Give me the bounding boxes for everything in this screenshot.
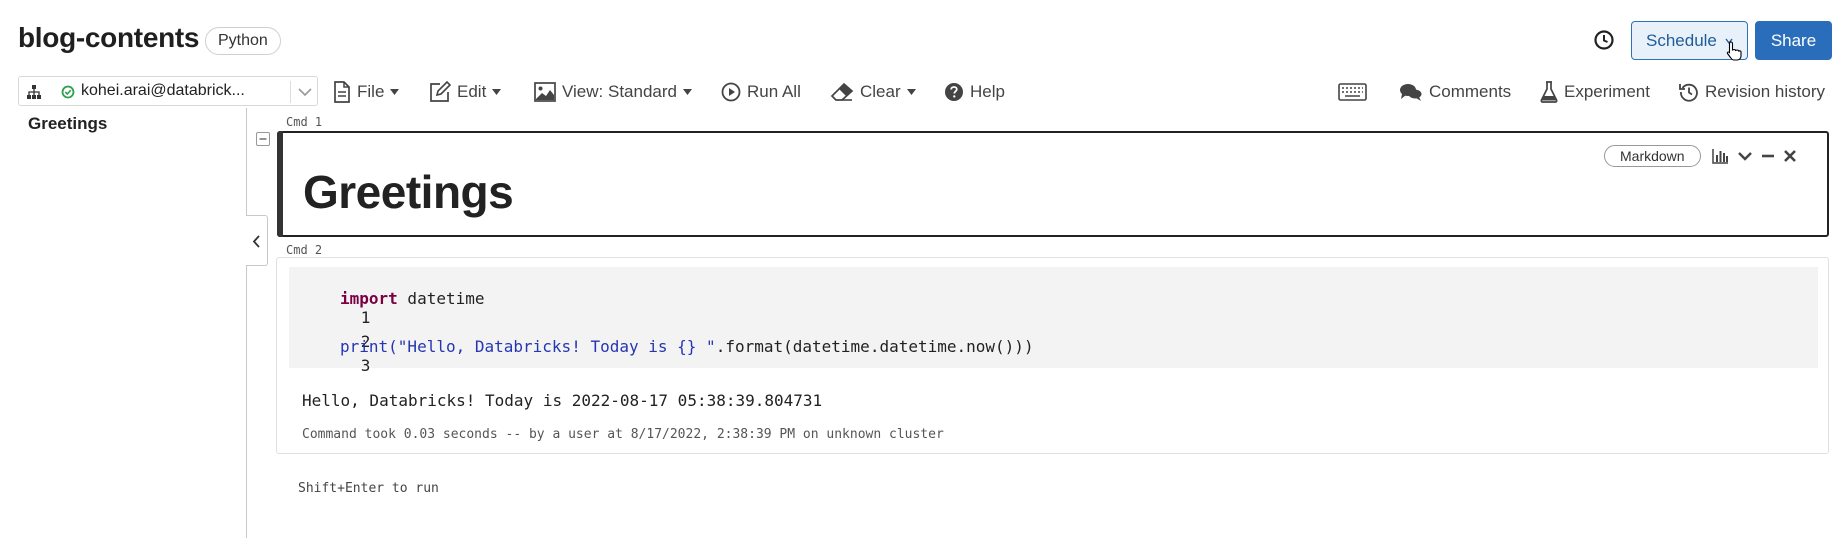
- cursor-icon: [1726, 41, 1742, 61]
- markdown-heading: Greetings: [303, 166, 514, 218]
- bar-chart-icon[interactable]: [1712, 148, 1729, 164]
- cell-command-label: Cmd 1: [286, 115, 323, 129]
- history-icon: [1679, 83, 1698, 102]
- help-button[interactable]: Help: [944, 80, 1005, 104]
- caret-down-icon: [390, 89, 400, 95]
- keyboard-icon: [1338, 83, 1367, 101]
- clear-menu[interactable]: Clear: [830, 80, 916, 104]
- play-circle-icon: [721, 82, 741, 102]
- active-cell-indicator: [277, 131, 283, 237]
- view-menu[interactable]: View: Standard: [534, 80, 692, 104]
- flask-icon: [1540, 81, 1558, 103]
- clear-label: Clear: [860, 82, 901, 101]
- chevron-down-icon[interactable]: [298, 87, 312, 97]
- command-status: Command took 0.03 seconds -- by a user a…: [302, 427, 944, 442]
- run-all-label: Run All: [747, 82, 801, 101]
- code-editor[interactable]: 1 import datetime 2 3 print("Hello, Data…: [289, 267, 1818, 375]
- schedule-label: Schedule: [1646, 31, 1717, 50]
- code-text: .format(datetime.datetime.now())): [715, 337, 1034, 356]
- chevron-left-icon: [252, 235, 260, 248]
- history-icon[interactable]: [1593, 29, 1615, 51]
- cluster-selector[interactable]: kohei.arai@databrick...: [18, 76, 318, 106]
- revision-history-button[interactable]: Revision history: [1679, 80, 1825, 104]
- file-icon: [334, 81, 350, 103]
- share-button[interactable]: Share: [1755, 21, 1832, 60]
- code-line: print("Hello, Databricks! Today is {} ".…: [340, 337, 1034, 356]
- code-line: import datetime: [340, 289, 485, 308]
- code-function: print(: [340, 337, 398, 356]
- cluster-tree-icon: [27, 85, 41, 99]
- file-label: File: [357, 82, 385, 101]
- experiment-button[interactable]: Experiment: [1540, 80, 1650, 104]
- file-menu[interactable]: File: [333, 80, 400, 104]
- comments-label: Comments: [1429, 82, 1512, 101]
- code-text: datetime: [397, 289, 485, 308]
- code-cell[interactable]: 1 import datetime 2 3 print("Hello, Data…: [276, 257, 1829, 454]
- image-icon: [534, 82, 556, 102]
- run-hint: Shift+Enter to run: [298, 481, 439, 496]
- notebook-title[interactable]: blog-contents: [18, 22, 200, 54]
- caret-down-icon: [682, 89, 692, 95]
- comments-button[interactable]: Comments: [1399, 80, 1511, 104]
- help-icon: [945, 83, 963, 101]
- edit-label: Edit: [457, 82, 487, 101]
- run-all-button[interactable]: Run All: [721, 80, 801, 104]
- line-number: 3: [360, 356, 371, 375]
- table-of-contents-sidebar: Greetings: [0, 108, 247, 538]
- edit-icon: [430, 81, 451, 102]
- cell-command-label: Cmd 2: [286, 243, 323, 257]
- notebook-header: blog-contents Python Schedule Share: [0, 0, 1842, 76]
- comments-icon: [1400, 84, 1422, 101]
- chevron-down-icon[interactable]: [1737, 150, 1753, 162]
- close-icon[interactable]: [1783, 149, 1797, 163]
- revision-history-label: Revision history: [1705, 82, 1825, 101]
- collapse-sidebar-button[interactable]: [246, 215, 268, 266]
- language-badge[interactable]: Python: [205, 27, 281, 55]
- markdown-cell[interactable]: Greetings Markdown: [277, 131, 1829, 237]
- caret-down-icon: [906, 89, 916, 95]
- cluster-divider: [290, 81, 291, 103]
- code-keyword: import: [340, 289, 398, 308]
- help-label: Help: [970, 82, 1005, 101]
- cluster-name: kohei.arai@databrick...: [81, 82, 245, 99]
- experiment-label: Experiment: [1564, 82, 1650, 101]
- keyboard-shortcuts-button[interactable]: [1338, 80, 1367, 104]
- cell-toolbar: [1712, 147, 1797, 165]
- cell-language-badge[interactable]: Markdown: [1604, 145, 1701, 167]
- cell-output: Hello, Databricks! Today is 2022-08-17 0…: [302, 391, 823, 410]
- minimize-icon[interactable]: [1761, 150, 1775, 162]
- edit-menu[interactable]: Edit: [429, 80, 502, 104]
- cluster-running-icon: [61, 85, 75, 99]
- eraser-icon: [830, 82, 854, 101]
- notebook-toolbar: kohei.arai@databrick... File Edit View: …: [0, 76, 1842, 108]
- code-string: "Hello, Databricks! Today is {} ": [397, 337, 716, 356]
- collapse-cell-icon[interactable]: [256, 132, 270, 146]
- view-label: View: Standard: [562, 82, 677, 101]
- caret-down-icon: [492, 89, 502, 95]
- toc-item-greetings[interactable]: Greetings: [28, 114, 107, 134]
